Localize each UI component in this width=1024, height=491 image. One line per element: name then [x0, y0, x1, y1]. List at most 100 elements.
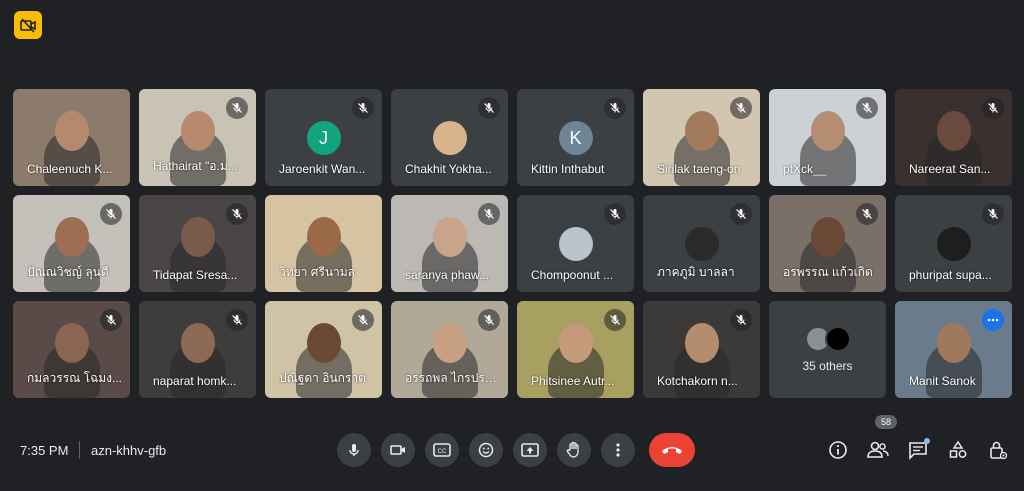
participant-grid: Chaleenuch K... Hathairat "อ.ม... J Jaroenk… — [13, 89, 1012, 398]
participant-face — [180, 217, 215, 257]
participant-name: ภาคภูมิ บาลลา — [657, 265, 735, 279]
divider — [79, 441, 80, 459]
mic-off-icon — [484, 103, 494, 113]
mic-off-icon — [988, 209, 998, 219]
participant-tile[interactable]: saranya phaw... — [391, 195, 508, 292]
participant-tile[interactable]: Hathairat "อ.ม... — [139, 89, 256, 186]
emoji-icon — [478, 442, 494, 458]
participant-name: ปณิฐดา อินกราต — [279, 371, 366, 385]
people-button[interactable] — [866, 438, 890, 462]
participant-tile[interactable]: Chakhit Yokha... — [391, 89, 508, 186]
meeting-details-button[interactable] — [826, 438, 850, 462]
captions-icon: CC — [433, 443, 451, 457]
participant-name: naparat homk... — [153, 374, 237, 388]
avatar — [432, 121, 467, 155]
mic-off-icon — [484, 209, 494, 219]
more-options-button[interactable] — [601, 433, 635, 467]
raise-hand-button[interactable] — [557, 433, 591, 467]
participant-name: อรรถพล ไกรประ... — [405, 371, 500, 385]
end-call-button[interactable] — [649, 433, 695, 467]
host-controls-icon — [990, 441, 1008, 460]
muted-indicator — [352, 309, 374, 331]
mic-off-icon — [862, 209, 872, 219]
participant-tile[interactable]: อรรถพล ไกรประ... — [391, 301, 508, 398]
camera-off-warning-button[interactable] — [14, 11, 42, 39]
emoji-button[interactable] — [469, 433, 503, 467]
participant-face — [180, 323, 215, 363]
muted-indicator — [100, 203, 122, 225]
info-icon — [829, 441, 847, 459]
participant-name: Chakhit Yokha... — [405, 162, 492, 176]
participant-tile[interactable]: ปณิฐดา อินกราต — [265, 301, 382, 398]
participant-tile[interactable]: Nareerat San... — [895, 89, 1012, 186]
participant-tile[interactable]: Chompoonut ... — [517, 195, 634, 292]
microphone-button[interactable] — [337, 433, 371, 467]
activities-button[interactable] — [946, 438, 970, 462]
activities-icon — [949, 440, 967, 458]
participant-name: Jaroenkit Wan... — [279, 162, 366, 176]
more-horizontal-icon — [987, 318, 999, 322]
tile-options-button[interactable] — [982, 309, 1004, 331]
avatar: J — [306, 121, 341, 155]
mic-off-icon — [988, 103, 998, 113]
chat-button[interactable] — [906, 438, 930, 462]
participant-tile[interactable]: Phitsinee Autr... — [517, 301, 634, 398]
participant-name: Chaleenuch K... — [27, 162, 113, 176]
host-controls-button[interactable] — [986, 438, 1010, 462]
participant-tile[interactable]: Tidapat Sresa... — [139, 195, 256, 292]
participant-tile[interactable]: ภาคภูมิ บาลลา — [643, 195, 760, 292]
present-button[interactable] — [513, 433, 547, 467]
participant-face — [684, 323, 719, 363]
end-call-icon — [662, 447, 682, 454]
participant-tile[interactable]: ptXck__ — [769, 89, 886, 186]
participant-tile[interactable]: K Kittin Inthabut — [517, 89, 634, 186]
muted-indicator — [604, 97, 626, 119]
mic-off-icon — [232, 103, 242, 113]
participant-face — [54, 217, 89, 257]
participant-name: Tidapat Sresa... — [153, 268, 238, 282]
participant-tile[interactable]: Sirilak taeng-on — [643, 89, 760, 186]
participant-face — [306, 217, 341, 257]
mic-off-icon — [736, 209, 746, 219]
avatar — [825, 326, 851, 352]
mic-off-icon — [358, 315, 368, 325]
participant-name: Hathairat "อ.ม... — [153, 159, 238, 173]
muted-indicator — [352, 97, 374, 119]
participant-tile[interactable]: Manit Sanok — [895, 301, 1012, 398]
participant-tile[interactable]: วิทยา ศรีนามล — [265, 195, 382, 292]
participant-face — [558, 323, 593, 363]
side-panel-controls — [826, 438, 1010, 462]
participant-tile[interactable]: กมลวรรณ โฉมง... — [13, 301, 130, 398]
participant-name: phuripat supa... — [909, 268, 992, 282]
avatar — [558, 227, 593, 261]
participant-tile[interactable]: phuripat supa... — [895, 195, 1012, 292]
mic-off-icon — [358, 103, 368, 113]
mic-off-icon — [610, 315, 620, 325]
chat-notification-dot — [924, 438, 930, 444]
participant-name: Chompoonut ... — [531, 268, 614, 282]
participant-tile[interactable]: naparat homk... — [139, 301, 256, 398]
captions-button[interactable]: CC — [425, 433, 459, 467]
participant-tile[interactable]: J Jaroenkit Wan... — [265, 89, 382, 186]
participant-tile[interactable]: ปัณณวิชญ์ ลุนดี — [13, 195, 130, 292]
muted-indicator — [226, 309, 248, 331]
participant-name: Manit Sanok — [909, 374, 976, 388]
participant-tile[interactable]: Kotchakorn n... — [643, 301, 760, 398]
camera-icon — [390, 445, 405, 455]
participant-face — [432, 217, 467, 257]
mic-off-icon — [232, 209, 242, 219]
muted-indicator — [478, 309, 500, 331]
muted-indicator — [100, 309, 122, 331]
participant-face — [936, 323, 971, 363]
participant-tile[interactable]: อรพรรณ แก้วเกิด — [769, 195, 886, 292]
participant-name: Phitsinee Autr... — [531, 374, 615, 388]
participant-name: วิทยา ศรีนามล — [279, 265, 356, 279]
mic-off-icon — [736, 103, 746, 113]
camera-button[interactable] — [381, 433, 415, 467]
participant-tile[interactable]: Chaleenuch K... — [13, 89, 130, 186]
bottom-toolbar: 7:35 PM azn-khhv-gfb CC 58 — [0, 415, 1024, 491]
avatar: K — [558, 121, 593, 155]
others-tile[interactable]: 35 others — [769, 301, 886, 398]
mic-off-icon — [232, 315, 242, 325]
participant-name: ptXck__ — [783, 162, 827, 176]
